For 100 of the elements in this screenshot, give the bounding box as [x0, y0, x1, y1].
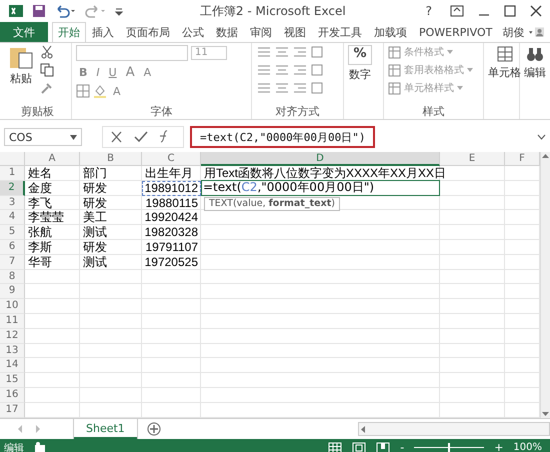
copy-icon[interactable]: [40, 63, 54, 77]
help-button[interactable]: ?: [422, 4, 436, 18]
user-menu[interactable]: 胡俊: [498, 22, 528, 42]
redo-icon[interactable]: [84, 4, 106, 18]
number-format-button[interactable]: 数字: [349, 67, 371, 82]
ribbon-tab[interactable]: 开始: [52, 22, 86, 42]
grow-font-button[interactable]: A: [122, 65, 138, 80]
name-box[interactable]: COS: [4, 128, 82, 146]
excel-logo-icon[interactable]: [8, 3, 24, 19]
column-header[interactable]: F: [505, 152, 540, 166]
macro-recording-icon[interactable]: [34, 442, 46, 452]
style-menu-item[interactable]: 套用表格格式: [404, 63, 464, 77]
ribbon-tab[interactable]: 数据: [210, 22, 244, 42]
cut-icon[interactable]: [40, 45, 54, 59]
ribbon-display-icon[interactable]: [450, 5, 464, 17]
file-tab[interactable]: 文件: [0, 22, 48, 42]
cell-edit-field[interactable]: =text(C2,"0000年00月00日"): [201, 180, 440, 196]
row-header[interactable]: 17: [0, 402, 25, 418]
ribbon-tab[interactable]: 加载项: [368, 22, 413, 42]
row-header[interactable]: 9: [0, 284, 25, 300]
row-header[interactable]: 10: [0, 299, 25, 314]
horizontal-scrollbar[interactable]: [358, 422, 550, 436]
scroll-left-icon[interactable]: [359, 424, 367, 434]
column-header[interactable]: E: [440, 152, 505, 166]
column-header[interactable]: B: [80, 152, 142, 166]
table-cell: 研发: [80, 240, 142, 255]
table-cell: [25, 270, 80, 284]
ribbon-tab[interactable]: 公式: [176, 22, 210, 42]
style-icon[interactable]: [388, 46, 401, 58]
table-cell: [142, 344, 201, 358]
maximize-icon[interactable]: [504, 5, 516, 17]
row-header[interactable]: 15: [0, 373, 25, 388]
cells-button[interactable]: 单元格: [488, 65, 521, 80]
row-header[interactable]: 6: [0, 240, 25, 255]
fill-color-icon[interactable]: [93, 84, 107, 98]
row-header[interactable]: 4: [0, 210, 25, 226]
row-header[interactable]: 1: [0, 166, 25, 181]
row-header[interactable]: 13: [0, 344, 25, 358]
expand-formula-bar-icon[interactable]: [537, 134, 546, 140]
row-header[interactable]: 14: [0, 358, 25, 374]
shrink-font-button[interactable]: A: [140, 66, 154, 79]
zoom-out-button[interactable]: -: [400, 441, 404, 452]
table-cell: [440, 270, 505, 284]
font-style-button[interactable]: I: [93, 66, 103, 79]
ribbon-tab[interactable]: POWERPIVOT: [413, 22, 498, 42]
sheet-tab[interactable]: Sheet1: [74, 419, 137, 439]
formula-field[interactable]: =text(C2,"0000年00月00日"): [190, 126, 376, 148]
page-break-icon[interactable]: [376, 442, 390, 452]
group-label: 样式: [422, 104, 446, 119]
table-cell: [142, 328, 201, 344]
border-icon[interactable]: [76, 84, 90, 98]
scroll-down-icon[interactable]: [541, 410, 550, 418]
row-header[interactable]: 16: [0, 388, 25, 403]
table-cell: [440, 254, 505, 270]
table-cell: [80, 270, 142, 284]
style-menu-item[interactable]: 单元格样式: [404, 81, 454, 95]
paste-icon[interactable]: [8, 45, 34, 69]
ribbon-tab[interactable]: 页面布局: [120, 22, 176, 42]
vertical-scrollbar[interactable]: [540, 152, 550, 418]
ribbon-tab[interactable]: 开发工具: [312, 22, 368, 42]
ribbon-tab[interactable]: 审阅: [244, 22, 278, 42]
font-size-field[interactable]: 11: [191, 46, 227, 60]
save-icon[interactable]: [32, 4, 46, 18]
style-icon[interactable]: [388, 64, 401, 76]
column-header[interactable]: C: [142, 152, 201, 166]
column-header[interactable]: A: [25, 152, 80, 166]
table-cell: 李斯: [25, 240, 80, 255]
zoom-slider-thumb[interactable]: [448, 443, 450, 452]
row-header[interactable]: 3: [0, 196, 25, 210]
row-header[interactable]: 8: [0, 270, 25, 284]
page-layout-icon[interactable]: [352, 442, 366, 452]
column-header[interactable]: D: [201, 152, 440, 166]
percent-icon[interactable]: %: [348, 45, 372, 65]
editing-button[interactable]: 编辑: [524, 65, 546, 80]
ribbon-tab[interactable]: 插入: [86, 22, 120, 42]
style-icon[interactable]: [388, 82, 401, 94]
zoom-in-button[interactable]: +: [494, 441, 504, 452]
scroll-up-icon[interactable]: [541, 152, 550, 160]
binoculars-icon[interactable]: [526, 45, 544, 63]
close-icon[interactable]: [530, 5, 542, 17]
add-sheet-icon[interactable]: [146, 422, 161, 436]
cells-icon[interactable]: [496, 45, 514, 63]
row-header[interactable]: 2: [0, 180, 25, 196]
font-color-button[interactable]: A: [110, 84, 124, 98]
paste-label[interactable]: 粘贴: [10, 71, 32, 86]
style-menu-item[interactable]: 条件格式: [404, 45, 444, 59]
row-header[interactable]: 5: [0, 225, 25, 240]
font-style-button[interactable]: U: [106, 66, 120, 79]
table-cell: [440, 328, 505, 344]
table-cell: 19920424: [142, 210, 201, 226]
table-cell: [440, 344, 505, 358]
row-header[interactable]: 12: [0, 328, 25, 344]
normal-view-icon[interactable]: [328, 442, 342, 452]
zoom-level[interactable]: 100%: [513, 442, 542, 452]
font-name-field[interactable]: [76, 45, 188, 61]
row-header[interactable]: 11: [0, 314, 25, 329]
ribbon-tab[interactable]: 视图: [278, 22, 312, 42]
table-cell: [142, 402, 201, 418]
row-header[interactable]: 7: [0, 254, 25, 270]
font-style-button[interactable]: B: [76, 66, 90, 79]
